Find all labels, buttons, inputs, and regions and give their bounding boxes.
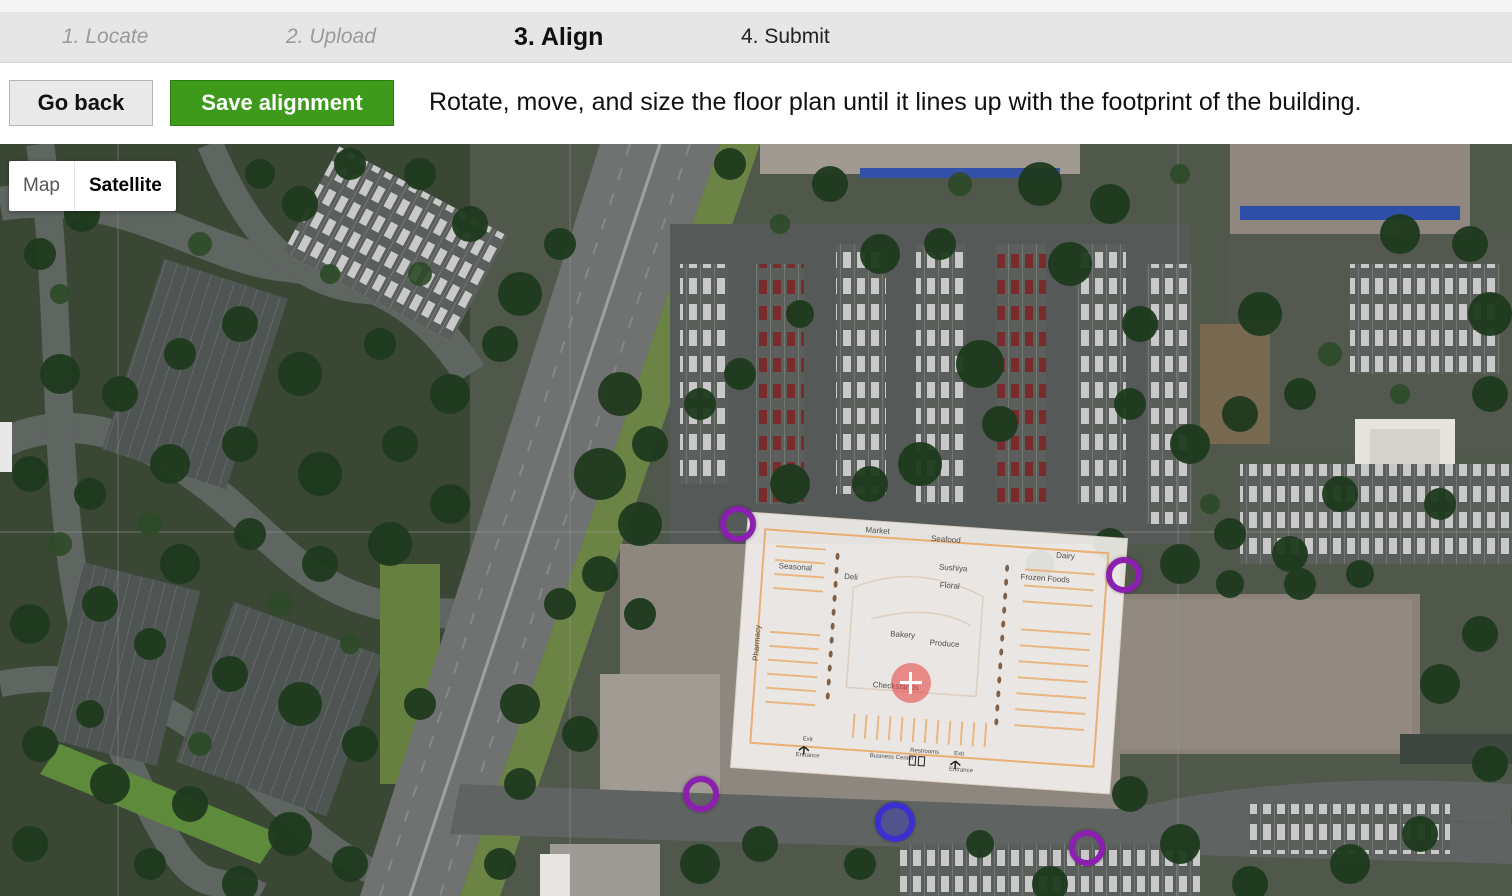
satellite-map[interactable]: Market Seafood Dairy Sushiya Frozen Food… — [0, 144, 1512, 896]
move-handle-center[interactable] — [891, 663, 931, 703]
corner-handle-top-left[interactable] — [720, 506, 756, 542]
save-alignment-button[interactable]: Save alignment — [170, 80, 394, 126]
step-submit[interactable]: 4. Submit — [741, 12, 830, 62]
plan-label-deli: Deli — [844, 572, 859, 582]
scale-handle-bottom-center[interactable] — [875, 802, 915, 842]
floor-plan-overlay[interactable]: Market Seafood Dairy Sushiya Frozen Food… — [0, 144, 1512, 896]
toolbar: Go back Save alignment Rotate, move, and… — [0, 63, 1512, 144]
plan-label-floral: Floral — [939, 581, 960, 591]
map-type-satellite[interactable]: Satellite — [75, 161, 176, 211]
wizard-steps: 1. Locate 2. Upload 3. Align 4. Submit — [0, 12, 1512, 63]
step-locate[interactable]: 1. Locate — [62, 12, 148, 62]
plan-label-exit-left: Exit — [802, 736, 813, 743]
top-strip — [0, 0, 1512, 12]
plan-label-market: Market — [865, 525, 891, 536]
plan-label-exit-right: Exit — [954, 751, 965, 758]
step-upload[interactable]: 2. Upload — [286, 12, 376, 62]
corner-handle-bottom-left[interactable] — [683, 776, 719, 812]
step-align: 3. Align — [514, 23, 604, 51]
corner-handle-bottom-right[interactable] — [1069, 830, 1105, 866]
go-back-button[interactable]: Go back — [9, 80, 153, 126]
map-type-map[interactable]: Map — [9, 161, 75, 211]
plan-label-dairy: Dairy — [1056, 551, 1075, 561]
map-type-control: Map Satellite — [9, 161, 176, 211]
plan-label-bakery: Bakery — [890, 629, 915, 640]
instructions-text: Rotate, move, and size the floor plan un… — [429, 88, 1362, 116]
corner-handle-top-right[interactable] — [1106, 557, 1142, 593]
